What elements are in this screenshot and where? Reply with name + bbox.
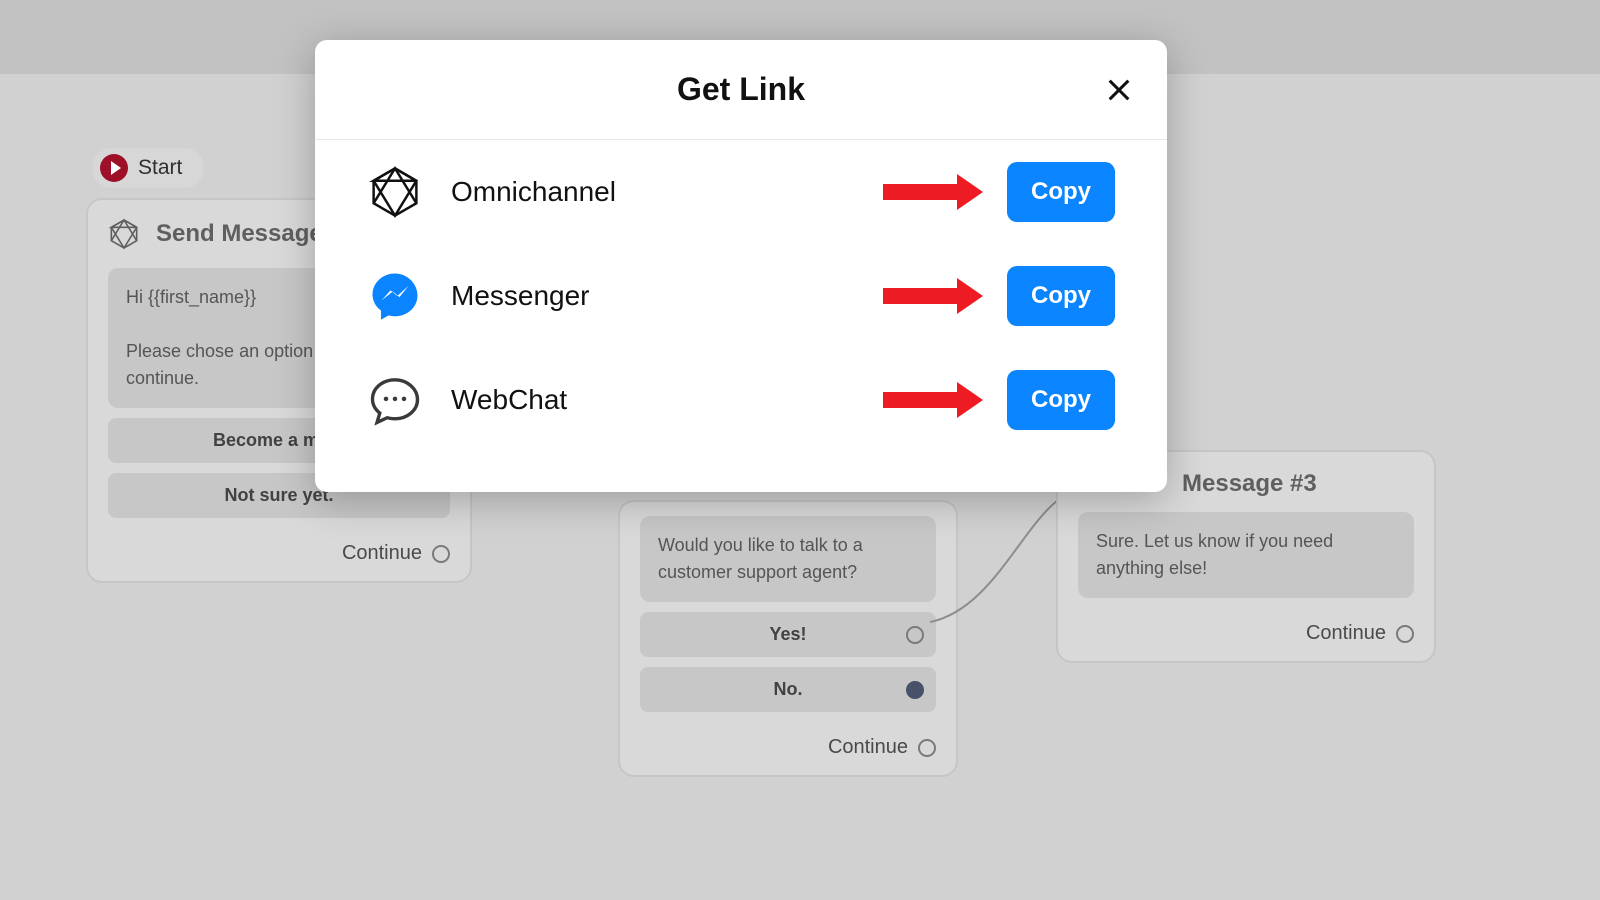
close-icon: [1105, 76, 1133, 104]
arrow-annotation-icon: [883, 278, 983, 314]
polyhedron-icon: [367, 164, 423, 220]
row-label: Omnichannel: [451, 176, 616, 208]
modal-overlay: Get Link Omnichannel Copy: [0, 0, 1600, 900]
row-label: Messenger: [451, 280, 590, 312]
link-row-messenger: Messenger Copy: [315, 244, 1167, 348]
copy-button[interactable]: Copy: [1007, 370, 1115, 430]
arrow-annotation-icon: [883, 174, 983, 210]
chat-bubble-icon: [367, 372, 423, 428]
link-row-omnichannel: Omnichannel Copy: [315, 140, 1167, 244]
modal-title: Get Link: [677, 71, 805, 108]
link-row-webchat: WebChat Copy: [315, 348, 1167, 452]
close-button[interactable]: [1103, 74, 1135, 106]
copy-button[interactable]: Copy: [1007, 266, 1115, 326]
messenger-icon: [367, 268, 423, 324]
arrow-annotation-icon: [883, 382, 983, 418]
copy-button[interactable]: Copy: [1007, 162, 1115, 222]
get-link-modal: Get Link Omnichannel Copy: [315, 40, 1167, 492]
row-label: WebChat: [451, 384, 567, 416]
